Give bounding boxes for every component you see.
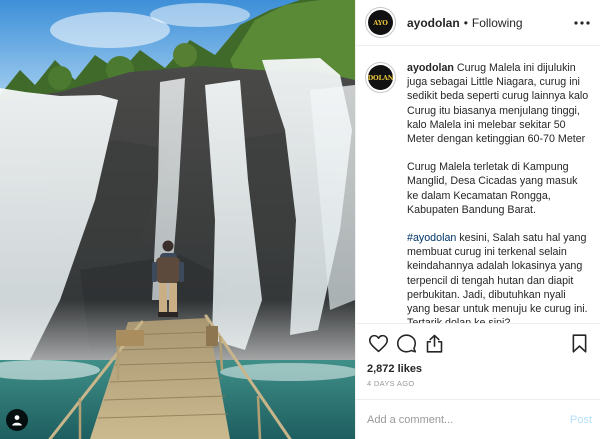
like-button[interactable] bbox=[367, 333, 389, 355]
comment-button[interactable] bbox=[395, 333, 417, 355]
caption-avatar[interactable]: DOLAN bbox=[365, 62, 396, 93]
more-options-button[interactable] bbox=[572, 13, 592, 33]
avatar[interactable]: AYO bbox=[365, 7, 396, 38]
avatar-logo-text-top: AYO bbox=[373, 18, 388, 27]
follow-button[interactable]: Following bbox=[472, 16, 523, 30]
hashtag-link[interactable]: #ayodolan bbox=[407, 232, 456, 244]
comments-area[interactable]: DOLAN ayodolan Curug Malela ini dijulukin… bbox=[356, 46, 600, 323]
post-comment-button[interactable]: Post bbox=[570, 414, 592, 426]
share-button[interactable] bbox=[423, 333, 445, 355]
caption-paragraph-1: ayodolan Curug Malela ini dijulukin juga … bbox=[407, 62, 589, 146]
avatar-logo: AYO bbox=[368, 10, 393, 35]
save-icon bbox=[572, 334, 586, 353]
waterfall-image bbox=[0, 0, 355, 439]
comment-form: Post bbox=[356, 399, 600, 439]
heart-icon bbox=[368, 334, 388, 353]
post-header: AYO ayodolan • Following bbox=[356, 0, 600, 46]
header-username[interactable]: ayodolan bbox=[407, 16, 460, 30]
user-tag-icon bbox=[12, 415, 22, 426]
post-details-panel: AYO ayodolan • Following DOLAN ayodolan … bbox=[355, 0, 600, 439]
post-photo[interactable] bbox=[0, 0, 355, 439]
separator-dot: • bbox=[463, 15, 468, 30]
avatar-logo-text-bottom: DOLAN bbox=[367, 73, 394, 82]
caption-username[interactable]: ayodolan bbox=[407, 62, 454, 74]
caption-paragraph-2: Curug Malela terletak di Kampung Manglid… bbox=[407, 161, 578, 216]
avatar-logo: DOLAN bbox=[367, 65, 394, 90]
comment-input[interactable] bbox=[367, 413, 570, 426]
action-bar bbox=[356, 323, 600, 357]
post-timestamp[interactable]: 4 DAYS AGO bbox=[356, 377, 600, 393]
post-caption: ayodolan Curug Malela ini dijulukin juga … bbox=[407, 61, 591, 323]
share-icon bbox=[426, 334, 442, 353]
more-icon bbox=[574, 20, 590, 25]
tagged-users-button[interactable] bbox=[6, 409, 28, 431]
instagram-post: AYO ayodolan • Following DOLAN ayodolan … bbox=[0, 0, 600, 439]
caption-paragraph-3: #ayodolan kesini, Salah satu hal yang me… bbox=[407, 232, 588, 323]
like-count[interactable]: 2,872 likes bbox=[356, 361, 600, 377]
header-account: ayodolan • Following bbox=[407, 16, 572, 30]
comment-icon bbox=[396, 334, 416, 353]
save-button[interactable] bbox=[568, 333, 590, 355]
